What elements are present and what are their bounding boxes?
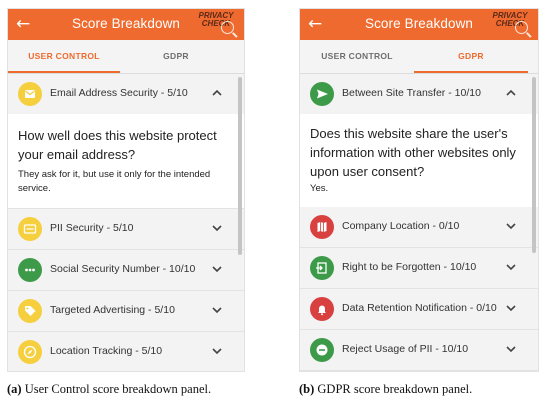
score-row[interactable]: Company Location - 0/10 (300, 207, 538, 248)
answer-text: Yes. (310, 183, 329, 194)
tab-bar: USER CONTROL GDPR (8, 40, 244, 74)
row-label: Reject Usage of PII - 10/10 (342, 343, 469, 355)
caption-a-tag: (a) (7, 382, 22, 396)
bell-icon (310, 297, 334, 321)
caption-a: (a) User Control score breakdown panel. (7, 382, 211, 397)
row-label: Location Tracking - 5/10 (50, 345, 163, 357)
score-row[interactable]: Reject Usage of PII - 10/10 (300, 330, 538, 371)
send-icon (310, 82, 334, 106)
scrollbar[interactable] (532, 77, 536, 253)
score-row[interactable]: Right to be Forgotten - 10/10 (300, 248, 538, 289)
scrollbar[interactable] (238, 77, 242, 255)
row-label: Targeted Advertising - 5/10 (50, 304, 175, 316)
app-bar: ← Score Breakdown PRIVACY CHECK (300, 9, 538, 40)
tab-gdpr[interactable]: GDPR (414, 40, 528, 73)
tag-icon (18, 299, 42, 323)
row-label: Data Retention Notification - 0/10 (342, 302, 497, 314)
chevron-down-icon[interactable] (504, 342, 518, 356)
app-bar: ← Score Breakdown PRIVACY CHECK (8, 9, 244, 40)
score-row[interactable]: Location Tracking - 5/10 (8, 332, 244, 371)
caption-b-tag: (b) (299, 382, 315, 396)
map-icon (310, 215, 334, 239)
tab-user-control[interactable]: USER CONTROL (8, 40, 120, 73)
id-card-icon (18, 217, 42, 241)
chevron-down-icon[interactable] (210, 344, 224, 358)
more-dots-icon (18, 258, 42, 282)
chevron-up-icon[interactable] (210, 86, 224, 100)
question-text: How well does this website protect your … (18, 128, 217, 162)
magnifier-icon (515, 21, 528, 34)
answer-text: They ask for it, but use it only for the… (18, 169, 211, 194)
magnifier-icon (221, 21, 234, 34)
chevron-down-icon[interactable] (210, 221, 224, 235)
row-label: Email Address Security - 5/10 (50, 87, 188, 99)
chevron-down-icon[interactable] (504, 301, 518, 315)
row-label: PII Security - 5/10 (50, 222, 134, 234)
caption-a-text: User Control score breakdown panel. (21, 382, 212, 396)
envelope-icon (18, 82, 42, 106)
row-label: Social Security Number - 10/10 (50, 263, 196, 275)
row-label: Company Location - 0/10 (342, 220, 460, 232)
tab-bar: USER CONTROL GDPR (300, 40, 538, 74)
question-text: Does this website share the user's infor… (310, 126, 516, 179)
tab-user-control[interactable]: USER CONTROL (300, 40, 414, 73)
chevron-down-icon[interactable] (210, 262, 224, 276)
chevron-down-icon[interactable] (504, 260, 518, 274)
privacy-check-logo: PRIVACY CHECK (490, 12, 530, 38)
chevron-down-icon[interactable] (210, 303, 224, 317)
panel-gdpr: ← Score Breakdown PRIVACY CHECK USER CON… (299, 8, 539, 372)
caption-b: (b) GDPR score breakdown panel. (299, 382, 472, 397)
chevron-down-icon[interactable] (504, 219, 518, 233)
question-detail: How well does this website protect your … (8, 114, 244, 209)
row-label: Between Site Transfer - 10/10 (342, 87, 481, 99)
exit-icon (310, 256, 334, 280)
panel-user-control: ← Score Breakdown PRIVACY CHECK USER CON… (7, 8, 245, 372)
question-detail: Does this website share the user's infor… (300, 114, 538, 215)
score-row[interactable]: Targeted Advertising - 5/10 (8, 291, 244, 332)
score-row[interactable]: Data Retention Notification - 0/10 (300, 289, 538, 330)
score-row[interactable]: Social Security Number - 10/10 (8, 250, 244, 291)
row-label: Right to be Forgotten - 10/10 (342, 261, 477, 273)
score-row-expanded[interactable]: Email Address Security - 5/10 (8, 74, 244, 114)
score-row[interactable]: PII Security - 5/10 (8, 209, 244, 250)
score-row-expanded[interactable]: Between Site Transfer - 10/10 (300, 74, 538, 114)
compass-icon (18, 340, 42, 364)
privacy-check-logo: PRIVACY CHECK (196, 12, 236, 38)
tab-gdpr[interactable]: GDPR (120, 40, 232, 73)
block-icon (310, 338, 334, 362)
caption-b-text: GDPR score breakdown panel. (314, 382, 473, 396)
chevron-up-icon[interactable] (504, 86, 518, 100)
